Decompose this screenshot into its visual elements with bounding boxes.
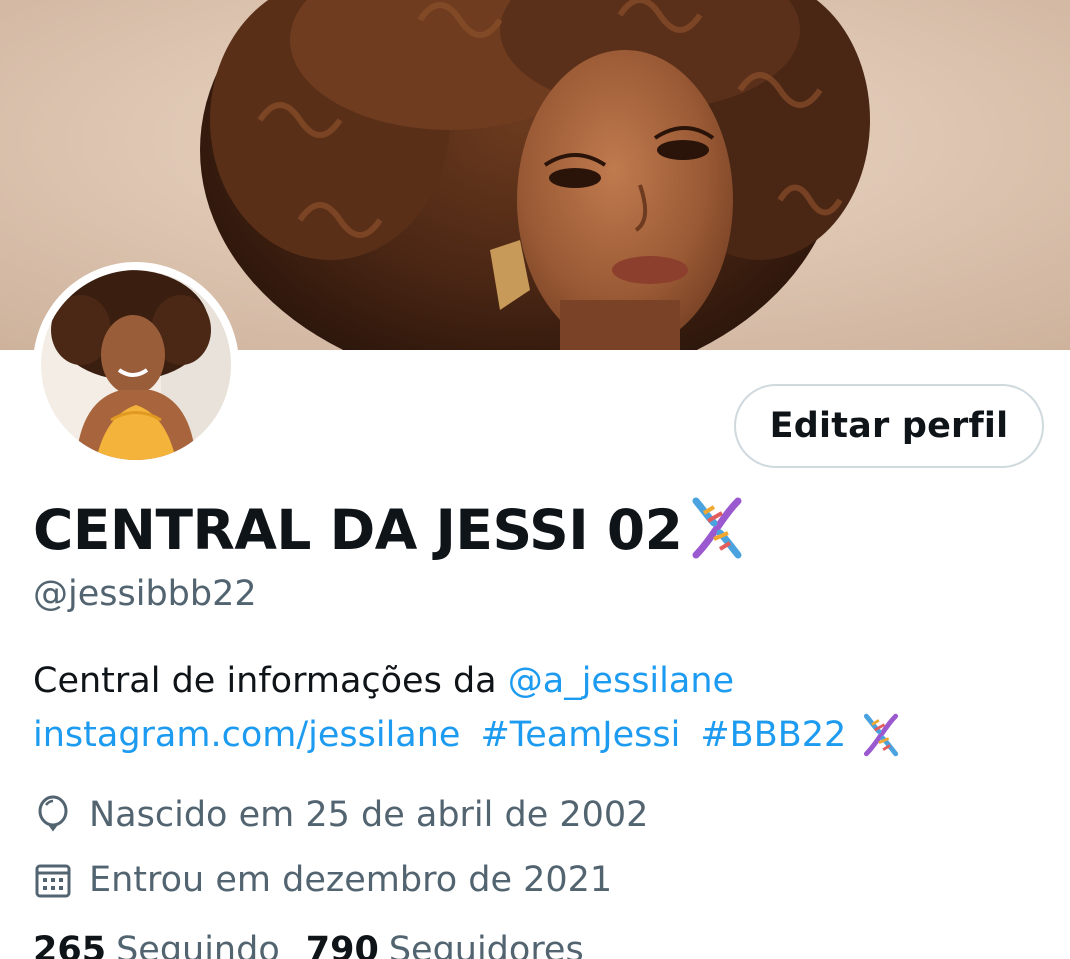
display-name-row: CENTRAL DA JESSI 02 <box>33 494 750 566</box>
following-label: Seguindo <box>116 930 280 959</box>
avatar-image <box>41 270 231 460</box>
profile-page: Editar perfil CENTRAL DA JESSI 02 @jessi… <box>0 0 1070 959</box>
edit-profile-button[interactable]: Editar perfil <box>734 384 1044 468</box>
joined-row: Entrou em dezembro de 2021 <box>33 860 612 900</box>
birthday-text: Nascido em 25 de abril de 2002 <box>89 795 649 835</box>
bio-text: Central de informações da <box>33 661 508 701</box>
following-link[interactable]: 265 Seguindo <box>33 930 306 959</box>
bio-line-2: instagram.com/jessilane #TeamJessi #BBB2… <box>33 708 904 762</box>
follow-stats: 265 Seguindo 790 Seguidores <box>33 930 610 959</box>
display-name: CENTRAL DA JESSI 02 <box>33 498 683 562</box>
edit-profile-label: Editar perfil <box>769 406 1009 446</box>
followers-link[interactable]: 790 Seguidores <box>306 930 610 959</box>
bio-mention-link[interactable]: @a_jessilane <box>508 654 734 708</box>
birthday-row: Nascido em 25 de abril de 2002 <box>33 795 648 835</box>
balloon-icon <box>33 795 73 835</box>
bio-hashtag-bbb22[interactable]: #BBB22 <box>700 708 846 762</box>
bio-instagram-link[interactable]: instagram.com/jessilane <box>33 708 460 762</box>
bio-hashtag-teamjessi[interactable]: #TeamJessi <box>480 708 680 762</box>
joined-text: Entrou em dezembro de 2021 <box>89 860 613 900</box>
dna-emoji-icon <box>684 495 750 565</box>
avatar[interactable] <box>33 262 239 468</box>
calendar-icon <box>33 860 73 900</box>
username-handle: @jessibbb22 <box>33 574 257 614</box>
bio-line-1: Central de informações da @a_jessilane <box>33 654 904 708</box>
following-count: 265 <box>33 930 107 959</box>
dna-emoji-icon <box>858 712 904 758</box>
bio: Central de informações da @a_jessilane i… <box>33 654 904 762</box>
followers-count: 790 <box>305 930 379 959</box>
followers-label: Seguidores <box>388 930 584 959</box>
